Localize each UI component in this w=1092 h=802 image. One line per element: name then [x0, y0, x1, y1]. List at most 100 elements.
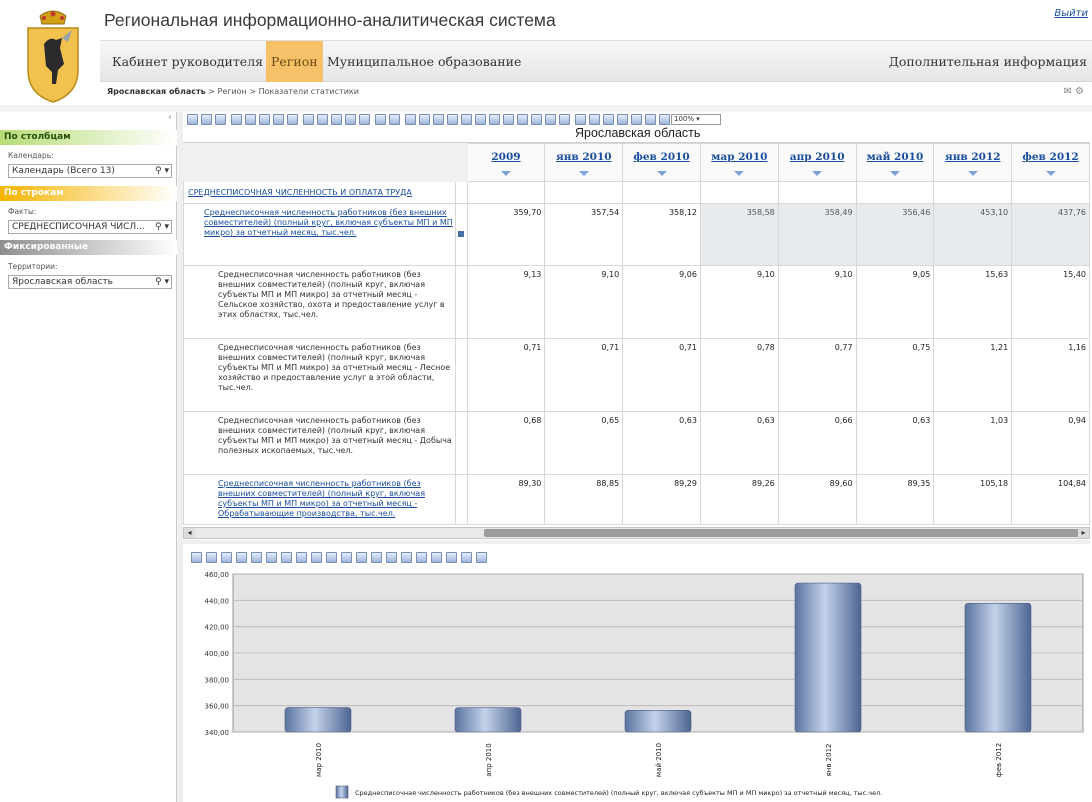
chart-toolbar-button-icon[interactable] [461, 552, 472, 563]
chart-toolbar-button-icon[interactable] [236, 552, 247, 563]
breadcrumb-root[interactable]: Ярославская область [107, 87, 206, 96]
toolbar-button-icon[interactable] [287, 114, 298, 125]
toolbar-button-icon[interactable] [259, 114, 270, 125]
rows-section-header[interactable]: По строкам [0, 186, 177, 201]
table-cell[interactable]: 0,71 [466, 338, 546, 412]
chart-toolbar-button-icon[interactable] [221, 552, 232, 563]
table-cell[interactable]: 1,21 [933, 338, 1013, 412]
table-cell[interactable]: 0,68 [466, 411, 546, 475]
logout-link[interactable]: Выйти [1054, 8, 1088, 19]
column-header[interactable]: фев 2010 [622, 143, 701, 182]
toolbar-button-icon[interactable] [517, 114, 528, 125]
toolbar-button-icon[interactable] [603, 114, 614, 125]
toolbar-button-icon[interactable] [617, 114, 628, 125]
table-cell[interactable]: 89,29 [622, 474, 701, 525]
toolbar-button-icon[interactable] [303, 114, 314, 125]
chart-toolbar-button-icon[interactable] [371, 552, 382, 563]
toolbar-button-icon[interactable] [475, 114, 486, 125]
chart-toolbar-button-icon[interactable] [191, 552, 202, 563]
table-cell[interactable]: 0,63 [622, 411, 701, 475]
nav-additional-info[interactable]: Дополнительная информация [884, 41, 1092, 82]
table-cell[interactable]: 0,66 [777, 411, 857, 475]
toolbar-button-icon[interactable] [245, 114, 256, 125]
chart-toolbar-button-icon[interactable] [281, 552, 292, 563]
toolbar-button-icon[interactable] [461, 114, 472, 125]
row-header[interactable]: Среднесписочная численность работников (… [183, 411, 456, 475]
toolbar-button-icon[interactable] [489, 114, 500, 125]
column-header[interactable]: мар 2010 [699, 143, 779, 182]
table-cell[interactable]: 9,05 [855, 265, 935, 339]
toolbar-button-icon[interactable] [575, 114, 586, 125]
table-cell[interactable]: 9,06 [622, 265, 701, 339]
toolbar-button-icon[interactable] [447, 114, 458, 125]
column-header[interactable]: май 2010 [855, 143, 935, 182]
nav-region[interactable]: Регион [266, 41, 323, 82]
table-cell[interactable]: 9,10 [699, 265, 779, 339]
chart-toolbar-button-icon[interactable] [326, 552, 337, 563]
table-cell[interactable]: 9,10 [777, 265, 857, 339]
chart-toolbar-button-icon[interactable] [296, 552, 307, 563]
table-cell-selected[interactable]: 453,10 [933, 203, 1013, 266]
chart-toolbar-button-icon[interactable] [356, 552, 367, 563]
toolbar-button-icon[interactable] [531, 114, 542, 125]
horizontal-scrollbar[interactable]: ◂ ▸ [183, 527, 1090, 539]
columns-section-header[interactable]: По столбцам [0, 130, 177, 145]
table-cell[interactable]: 0,63 [699, 411, 779, 475]
collapse-panel-icon[interactable]: ‹ [168, 112, 172, 123]
toolbar-button-icon[interactable] [375, 114, 386, 125]
toolbar-button-icon[interactable] [331, 114, 342, 125]
toolbar-button-icon[interactable] [317, 114, 328, 125]
chart-toolbar-button-icon[interactable] [431, 552, 442, 563]
toolbar-button-icon[interactable] [659, 114, 670, 125]
row-header[interactable]: Среднесписочная численность работников (… [183, 265, 456, 339]
toolbar-button-icon[interactable] [345, 114, 356, 125]
table-cell-selected[interactable]: 437,76 [1011, 203, 1090, 266]
chart-toolbar-button-icon[interactable] [386, 552, 397, 563]
table-cell[interactable]: 89,30 [466, 474, 546, 525]
table-cell[interactable]: 89,35 [855, 474, 935, 525]
table-cell[interactable]: 359,70 [466, 203, 546, 266]
search-dropdown-icon[interactable]: ⚲ ▾ [155, 221, 169, 233]
table-cell[interactable]: 15,40 [1011, 265, 1090, 339]
table-cell[interactable]: 89,60 [777, 474, 857, 525]
search-dropdown-icon[interactable]: ⚲ ▾ [155, 165, 169, 177]
nav-manager-cabinet[interactable]: Кабинет руководителя [107, 41, 268, 82]
chart-toolbar-button-icon[interactable] [341, 552, 352, 563]
toolbar-button-icon[interactable] [405, 114, 416, 125]
row-header[interactable]: Среднесписочная численность работников (… [183, 474, 456, 525]
settings-icon[interactable]: ⚙ [1075, 86, 1084, 97]
chart-toolbar-button-icon[interactable] [476, 552, 487, 563]
fixed-section-header[interactable]: Фиксированные [0, 240, 177, 255]
table-cell[interactable]: 1,16 [1011, 338, 1090, 412]
table-cell-selected[interactable]: 358,49 [777, 203, 857, 266]
table-cell[interactable]: 88,85 [544, 474, 624, 525]
scroll-left-icon[interactable]: ◂ [184, 528, 195, 538]
chart-toolbar-button-icon[interactable] [206, 552, 217, 563]
chart-toolbar-button-icon[interactable] [311, 552, 322, 563]
toolbar-button-icon[interactable] [187, 114, 198, 125]
toolbar-button-icon[interactable] [419, 114, 430, 125]
table-cell[interactable]: 0,63 [855, 411, 935, 475]
toolbar-button-icon[interactable] [201, 114, 212, 125]
table-cell[interactable]: 0,94 [1011, 411, 1090, 475]
toolbar-button-icon[interactable] [559, 114, 570, 125]
nav-municipality[interactable]: Муниципальное образование [322, 41, 526, 82]
table-cell[interactable]: 0,71 [622, 338, 701, 412]
chart-toolbar-button-icon[interactable] [266, 552, 277, 563]
zoom-select[interactable]: 100% ▾ [671, 114, 721, 125]
chart-toolbar-button-icon[interactable] [401, 552, 412, 563]
table-cell[interactable]: 9,13 [466, 265, 546, 339]
toolbar-button-icon[interactable] [545, 114, 556, 125]
row-header[interactable]: Среднесписочная численность работников (… [183, 338, 456, 412]
mail-icon[interactable]: ✉ [1063, 86, 1071, 97]
scrollbar-thumb[interactable] [484, 529, 1084, 537]
table-cell-selected[interactable]: 358,58 [699, 203, 779, 266]
chart-toolbar-button-icon[interactable] [416, 552, 427, 563]
section-row-header[interactable]: СРЕДНЕСПИСОЧНАЯ ЧИСЛЕННОСТЬ И ОПЛАТА ТРУ… [183, 181, 456, 204]
toolbar-button-icon[interactable] [231, 114, 242, 125]
table-cell[interactable]: 0,77 [777, 338, 857, 412]
column-header[interactable]: апр 2010 [777, 143, 857, 182]
column-header[interactable]: фев 2012 [1011, 143, 1090, 182]
grid-chart-splitter[interactable] [183, 540, 1090, 544]
table-cell[interactable]: 105,18 [933, 474, 1013, 525]
